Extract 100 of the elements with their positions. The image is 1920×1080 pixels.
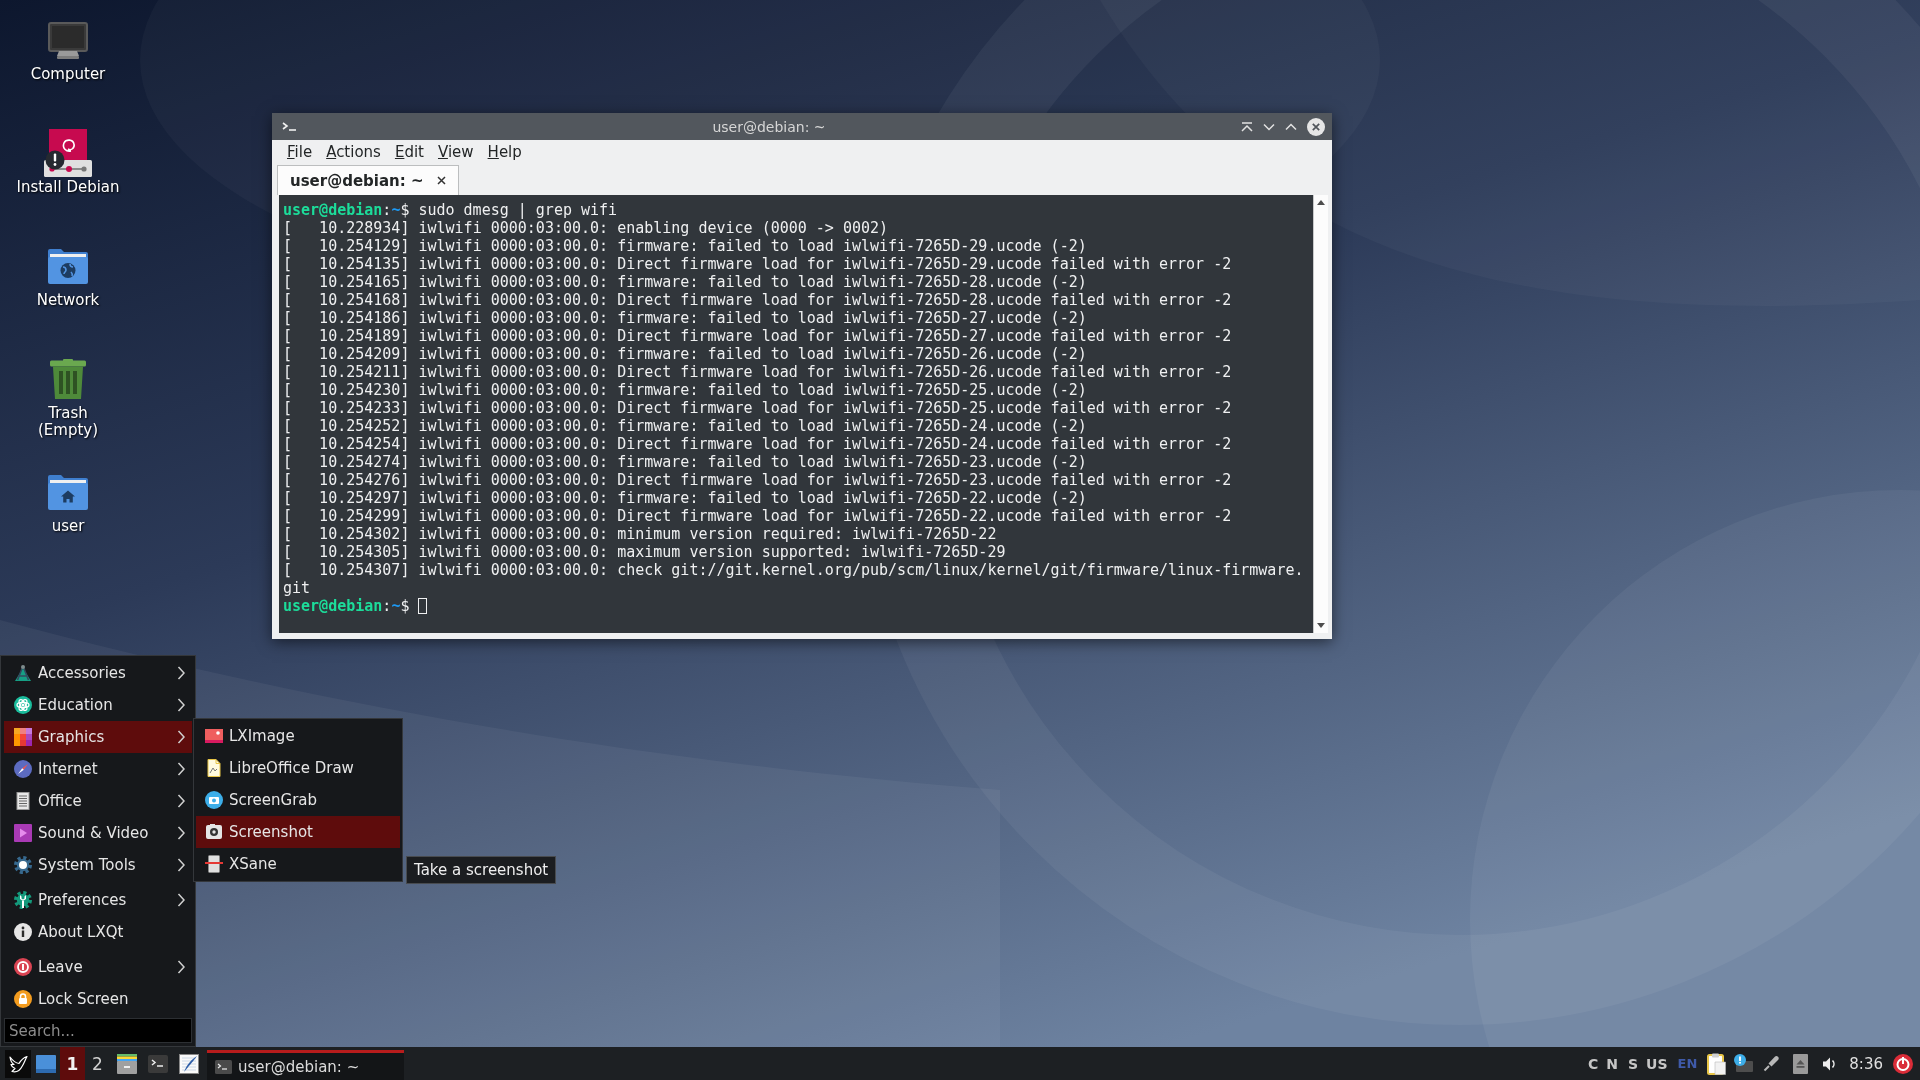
terminal-line: [ 10.254254] iwlwifi 0000:03:00.0: Direct firmware load for iwlwifi-7265D-24.ucode failed with error -2 — [283, 435, 1232, 453]
menu-item[interactable]: Screenshot — [196, 816, 400, 848]
menu-item[interactable]: Lock Screen — [4, 983, 192, 1015]
menu-bar-item[interactable]: Help — [480, 142, 529, 161]
start-menu-button[interactable] — [5, 1049, 31, 1078]
terminal-icon[interactable] — [282, 121, 297, 132]
terminal-line: [ 10.254302] iwlwifi 0000:03:00.0: minimum version required: iwlwifi-7265D-22 — [283, 525, 997, 543]
info-icon — [14, 923, 32, 941]
atom-icon — [14, 696, 32, 714]
icon-label[interactable]: Install Debian — [14, 179, 122, 196]
camera-icon — [205, 791, 223, 809]
terminal-line: [ 10.254230] iwlwifi 0000:03:00.0: firmware: failed to load iwlwifi-7265D-25.ucode (-2) — [283, 381, 1087, 399]
menu-bar-item[interactable]: Edit — [387, 142, 431, 161]
drawing-document-icon — [205, 759, 223, 777]
shell-prompt: user@debian:~$ — [283, 597, 410, 615]
menu-item[interactable]: XSane — [196, 848, 400, 880]
terminal-line: [ 10.228934] iwlwifi 0000:03:00.0: enabling device (0000 -> 0002) — [283, 219, 889, 237]
desktop-switch-button[interactable]: 2 — [85, 1047, 110, 1080]
keyboard-indicator[interactable]: S — [1628, 1055, 1639, 1072]
menu-item[interactable]: ScreenGrab — [196, 784, 400, 816]
menu-item[interactable]: Sound & Video — [4, 817, 192, 849]
keep-above-icon[interactable] — [1241, 121, 1253, 132]
keyboard-indicator[interactable]: US — [1646, 1055, 1668, 1072]
menu-item[interactable]: Internet — [4, 753, 192, 785]
terminal-line: [ 10.254168] iwlwifi 0000:03:00.0: Direct firmware load for iwlwifi-7265D-28.ucode failed with error -2 — [283, 291, 1232, 309]
terminal-line: [ 10.254186] iwlwifi 0000:03:00.0: firmware: failed to load iwlwifi-7265D-27.ucode (-2) — [283, 309, 1087, 327]
gear-icon — [14, 856, 32, 874]
wrench-gear-icon — [14, 891, 32, 909]
drafting-compass-icon — [14, 664, 32, 682]
task-button[interactable]: user@debian: ~ — [207, 1050, 404, 1080]
menu-item[interactable]: LXImage — [196, 720, 400, 752]
terminal-line: [ 10.254209] iwlwifi 0000:03:00.0: firmware: failed to load iwlwifi-7265D-26.ucode (-2) — [283, 345, 1087, 363]
terminal-line: [ 10.254305] iwlwifi 0000:03:00.0: maximum version supported: iwlwifi-7265D-29 — [283, 543, 1006, 561]
camera-icon — [205, 823, 223, 841]
tooltip: Take a screenshot — [406, 856, 557, 884]
trash-can-icon[interactable] — [50, 359, 86, 399]
menu-item[interactable]: Accessories — [4, 657, 192, 689]
notepad-icon[interactable] — [179, 1053, 199, 1074]
bird-icon — [8, 1053, 28, 1074]
home-folder-icon[interactable] — [48, 474, 88, 510]
picture-icon — [205, 727, 223, 745]
clipboard-icon[interactable] — [1707, 1052, 1727, 1075]
play-icon — [14, 824, 32, 842]
desktop-switch-button[interactable]: 1 — [60, 1047, 85, 1080]
terminal-line: [ 10.254233] iwlwifi 0000:03:00.0: Direct firmware load for iwlwifi-7265D-25.ucode failed with error -2 — [283, 399, 1232, 417]
file-cabinet-icon[interactable] — [117, 1053, 137, 1074]
command-text: sudo dmesg | grep wifi — [418, 201, 618, 219]
menu-item[interactable]: Office — [4, 785, 192, 817]
power-icon[interactable] — [1893, 1053, 1913, 1074]
terminal-line: [ 10.254307] iwlwifi 0000:03:00.0: check git://git.kernel.org/pub/scm/linux/kernel/git/firmware/linux-firmware. — [283, 561, 1304, 579]
terminal-view[interactable] — [279, 195, 1313, 633]
window-title: user@debian: ~ — [711, 118, 827, 135]
terminal-line: [ 10.254135] iwlwifi 0000:03:00.0: Direct firmware load for iwlwifi-7265D-29.ucode failed with error -2 — [283, 255, 1232, 273]
pen-icon[interactable] — [1763, 1055, 1781, 1072]
terminal-line: [ 10.254274] iwlwifi 0000:03:00.0: firmware: failed to load iwlwifi-7265D-23.ucode (-2) — [283, 453, 1087, 471]
compass-icon — [14, 760, 32, 778]
terminal-line: [ 10.254299] iwlwifi 0000:03:00.0: Direct firmware load for iwlwifi-7265D-22.ucode failed with error -2 — [283, 507, 1232, 525]
menu-bar-item[interactable]: Actions — [319, 142, 388, 161]
menu-bar-item[interactable]: View — [431, 142, 481, 161]
menu-item[interactable]: Education — [4, 689, 192, 721]
terminal-line: [ 10.254129] iwlwifi 0000:03:00.0: firmware: failed to load iwlwifi-7265D-29.ucode (-2) — [283, 237, 1087, 255]
scroll-down-icon[interactable] — [1317, 623, 1325, 628]
menu-item[interactable]: System Tools — [4, 849, 192, 881]
keyboard-indicator[interactable]: N — [1606, 1055, 1618, 1072]
screen-icon[interactable] — [36, 1054, 56, 1073]
maximize-icon[interactable] — [1285, 122, 1297, 131]
menu-bar-item[interactable]: File — [280, 142, 320, 161]
installer-icon[interactable] — [44, 129, 92, 177]
menu-item[interactable]: Leave — [4, 951, 192, 983]
terminal-line: [ 10.254189] iwlwifi 0000:03:00.0: Direct firmware load for iwlwifi-7265D-27.ucode failed with error -2 — [283, 327, 1232, 345]
speaker-icon[interactable] — [1823, 1056, 1838, 1071]
search-field[interactable]: Search... — [4, 1018, 192, 1043]
terminal-line: [ 10.254165] iwlwifi 0000:03:00.0: firmware: failed to load iwlwifi-7265D-28.ucode (-2) — [283, 273, 1087, 291]
menu-item[interactable]: About LXQt — [4, 916, 192, 948]
close-icon[interactable] — [1307, 117, 1325, 136]
icon-label[interactable]: Computer — [14, 66, 122, 83]
terminal-line: [ 10.254211] iwlwifi 0000:03:00.0: Direct firmware load for iwlwifi-7265D-26.ucode failed with error -2 — [283, 363, 1232, 381]
icon-label[interactable]: Network — [14, 292, 122, 309]
menu-item[interactable]: Preferences — [4, 884, 192, 916]
keyboard-indicator[interactable]: C — [1588, 1055, 1599, 1072]
tab[interactable]: user@debian: ~ — [277, 165, 459, 195]
power-icon — [14, 958, 32, 976]
terminal-icon — [215, 1059, 232, 1074]
monitor-icon[interactable] — [48, 21, 88, 59]
icon-label[interactable]: user — [14, 518, 122, 535]
icon-label[interactable]: Trash (Empty) — [14, 405, 122, 439]
clock[interactable]: 8:36 — [1849, 1054, 1883, 1073]
terminal-line: [ 10.254276] iwlwifi 0000:03:00.0: Direct firmware load for iwlwifi-7265D-23.ucode failed with error -2 — [283, 471, 1232, 489]
tile-grid-icon — [14, 728, 32, 746]
scrollbar[interactable] — [1313, 195, 1328, 633]
minimize-icon[interactable] — [1263, 122, 1275, 131]
notification-icon[interactable] — [1733, 1054, 1754, 1073]
terminal-line: [ 10.254252] iwlwifi 0000:03:00.0: firmware: failed to load iwlwifi-7265D-24.ucode (-2) — [283, 417, 1087, 435]
terminal-icon[interactable] — [148, 1054, 168, 1073]
close-icon[interactable] — [436, 176, 446, 185]
drive-eject-icon[interactable] — [1793, 1053, 1809, 1074]
scroll-up-icon[interactable] — [1317, 200, 1325, 205]
menu-item[interactable]: Graphics — [4, 721, 192, 753]
globe-folder-icon[interactable] — [48, 248, 88, 284]
menu-item[interactable]: LibreOffice Draw — [196, 752, 400, 784]
